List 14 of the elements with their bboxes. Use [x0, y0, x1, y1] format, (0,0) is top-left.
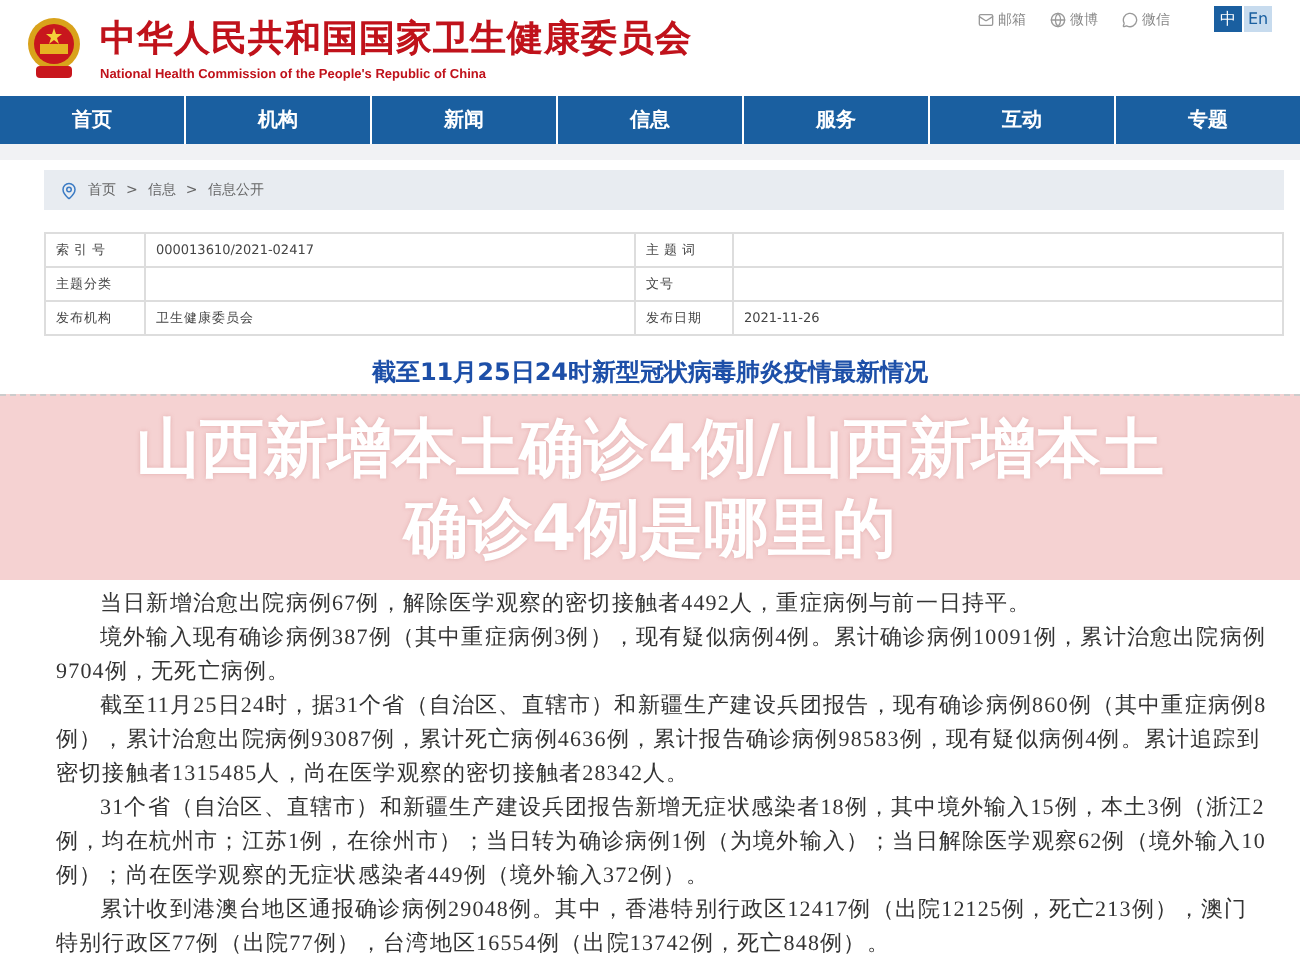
article-paragraph: 累计收到港澳台地区通报确诊病例29048例。其中，香港特别行政区12417例（出院12125例，死亡213例），澳门特别行政区77例（出院77例），台湾地区16554例（出院13742例，死亡848例）。	[56, 895, 1250, 958]
article-paragraph: 31个省（自治区、直辖市）和新疆生产建设兵团报告新增无症状感染者18例，其中境外输入15例，本土3例（浙江2例，均在杭州市；江苏1例，在徐州市）；当日转为确诊病例1例（为境外输入）；当日解除医学观察62例（境外输入10例）；尚在医学观察的无症状感染者449例（境外输入372例）。	[56, 793, 1268, 892]
emblem-icon	[24, 16, 84, 80]
article-paragraph: 境外输入现有确诊病例387例（其中重症病例3例），现有疑似病例4例。累计确诊病例10091例，累计治愈出院病例9704例，无死亡病例。	[56, 623, 1268, 688]
article-paragraph: 截至11月25日24时，据31个省（自治区、直辖市）和新疆生产建设兵团报告，现有确诊病例860例（其中重症病例8例），累计治愈出院病例93087例，累计死亡病例4636例，累计报告确诊病例98583例，现有疑似病例4例。累计追踪到密切接触者1315485人，尚在医学观察的密切接触者28342人。	[56, 691, 1268, 790]
chat-bubble-icon	[1122, 11, 1138, 27]
site-title: 中华人民共和国国家卫生健康委员会	[100, 16, 692, 62]
location-pin-icon	[60, 181, 78, 199]
language-tab[interactable]: 中	[1214, 6, 1242, 32]
language-tab[interactable]: En	[1244, 6, 1272, 32]
article-paragraph: 当日新增治愈出院病例67例，解除医学观察的密切接触者4492人，重症病例与前一日持平。	[98, 589, 1034, 620]
article-title: 截至11月25日24时新型冠状病毒肺炎疫情最新情况	[369, 356, 931, 390]
nav-item[interactable]: 首页	[0, 96, 184, 144]
mail-icon	[978, 11, 994, 27]
